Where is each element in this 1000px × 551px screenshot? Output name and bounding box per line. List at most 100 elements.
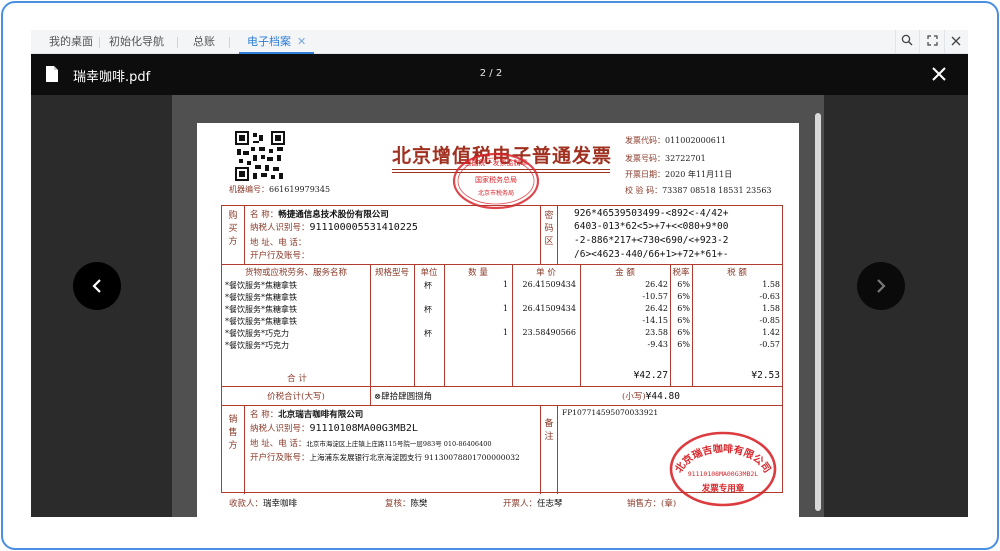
- item-rate: 6%: [677, 316, 690, 325]
- header-tax: 税 额: [727, 268, 747, 278]
- next-page-button[interactable]: [857, 262, 905, 310]
- remark-value: FP107714595070033921: [562, 408, 659, 417]
- search-icon[interactable]: [895, 30, 919, 54]
- total-amount: ¥42.27: [633, 370, 668, 381]
- cipher-line: /6><4623-440/66+1>+72+*61+-: [574, 249, 729, 260]
- close-icon[interactable]: [944, 30, 968, 54]
- invoice-page: 机器编号：661619979345 北京增值税电子普通发票 全国统一发票监制章 …: [197, 123, 799, 517]
- scrollbar[interactable]: [815, 113, 821, 511]
- check-code-label: 校 验 码：: [625, 186, 663, 195]
- header-goods: 货物或应税劳务、服务名称: [244, 268, 347, 278]
- chevron-left-icon: [92, 279, 101, 293]
- prev-page-button[interactable]: [73, 262, 121, 310]
- machine-number-value: 661619979345: [269, 185, 331, 194]
- item-amount: -14.15: [642, 316, 668, 325]
- tab-divider: [229, 37, 230, 48]
- item-qty: 1: [502, 304, 508, 313]
- seller-bank-value: 上海浦东发展银行北京海淀园支行 91130078801700000032: [309, 453, 520, 462]
- header-rate: 税率: [672, 268, 690, 278]
- tab-divider: [99, 37, 100, 48]
- item-tax: -0.57: [759, 340, 780, 349]
- invoice-check-code: 校 验 码：73387 08518 18531 23563: [625, 185, 772, 196]
- buyer-tax-label: 纳税人识别号：: [250, 223, 310, 233]
- seller-invoice-stamp: 北京瑞吉咖啡有限公司 91110108MA00G3MB2L 发票专用章: [669, 431, 777, 507]
- buyer-name-label: 名 称：: [250, 210, 279, 220]
- total-tax: ¥2.53: [751, 370, 780, 381]
- item-tax: 1.42: [762, 328, 780, 337]
- tab-init-nav[interactable]: 初始化导航: [101, 30, 172, 54]
- qr-code: [235, 131, 285, 181]
- payee: 收款人：瑞幸咖啡: [229, 497, 297, 509]
- buyer-bank-label: 开户行及账号：: [250, 251, 310, 261]
- grand-small-value: ¥44.80: [645, 391, 680, 402]
- viewer-header: 瑞幸咖啡.pdf 2 / 2: [31, 54, 968, 95]
- item-name: *餐饮服务*焦糖拿铁: [225, 281, 297, 290]
- tab-general-ledger[interactable]: 总账: [185, 30, 223, 54]
- grand-total-upper: ⊗肆拾肆圆捌角: [374, 392, 433, 402]
- rule: [244, 405, 245, 494]
- header-qty: 数 量: [468, 268, 488, 278]
- invoice-number: 发票号码：32722701: [625, 153, 706, 164]
- item-rate: 6%: [677, 292, 690, 301]
- invoice-code-label: 发票代码：: [625, 136, 665, 145]
- rule: [222, 386, 782, 387]
- total-label: 合 计: [287, 374, 307, 384]
- drawer-value: 任志琴: [537, 499, 563, 509]
- fullscreen-icon[interactable]: [920, 30, 944, 54]
- seller-bank: 开户行及账号：上海浦东发展银行北京海淀园支行 91130078801700000…: [250, 451, 520, 463]
- page-indicator: 2 / 2: [479, 68, 503, 79]
- item-amount: 26.42: [645, 280, 668, 289]
- item-price: 26.41509434: [522, 280, 576, 289]
- reviewer: 复核：陈樊: [385, 497, 428, 509]
- item-amount: -10.57: [642, 292, 668, 301]
- reviewer-value: 陈樊: [410, 499, 428, 509]
- item-amount: -9.43: [647, 340, 668, 349]
- tab-e-archive[interactable]: 电子档案 ✕: [239, 30, 315, 54]
- item-unit: 杯: [424, 305, 432, 314]
- item-rate: 6%: [677, 340, 690, 349]
- invoice-date: 开票日期：2020 年11月11日: [625, 169, 732, 180]
- tab-e-archive-label: 电子档案: [247, 35, 291, 48]
- item-unit: 杯: [424, 329, 432, 338]
- invoice-date-label: 开票日期：: [625, 170, 665, 179]
- tab-my-desktop[interactable]: 我的桌面: [41, 30, 101, 54]
- stamp-text-bottom: 北京市税务局: [478, 189, 514, 197]
- invoice-code-value: 011002000611: [665, 136, 727, 145]
- item-name: *餐饮服务*焦糖拿铁: [225, 305, 297, 314]
- buyer-section-label: 购买方: [228, 211, 238, 247]
- invoice-number-value: 32722701: [665, 154, 706, 163]
- drawer: 开票人：任志琴: [503, 497, 563, 509]
- reviewer-label: 复核：: [385, 499, 411, 509]
- cipher-line: 926*46539503499-<892<-4/42+: [574, 208, 729, 219]
- file-icon: [46, 66, 58, 82]
- item-tax: 1.58: [762, 304, 780, 313]
- seller-tax-id: 纳税人识别号：91110108MA00G3MB2L: [250, 422, 418, 434]
- seller-stamp-bottom: 发票专用章: [701, 483, 745, 494]
- item-rate: 6%: [677, 280, 690, 289]
- stamp-text-top: 全国统一发票监制章: [465, 158, 528, 167]
- item-amount: 26.42: [645, 304, 668, 313]
- rule: [244, 206, 245, 264]
- item-amount: 23.58: [645, 328, 668, 337]
- seller-stamp-id: 91110108MA00G3MB2L: [688, 470, 759, 478]
- header-price: 单 价: [536, 268, 556, 278]
- item-tax: 1.58: [762, 280, 780, 289]
- item-name: *餐饮服务*巧克力: [225, 329, 289, 338]
- tab-close-icon[interactable]: ✕: [297, 35, 306, 48]
- machine-number: 机器编号：661619979345: [229, 184, 330, 195]
- item-rate: 6%: [677, 304, 690, 313]
- item-name: *餐饮服务*焦糖拿铁: [225, 317, 297, 326]
- item-tax: -0.63: [759, 292, 780, 301]
- rule: [557, 405, 558, 494]
- rule: [370, 386, 371, 405]
- viewer-body: 机器编号：661619979345 北京增值税电子普通发票 全国统一发票监制章 …: [31, 95, 968, 517]
- payee-value: 瑞幸咖啡: [263, 499, 298, 509]
- buyer-tax-value: 911100005531410225: [309, 222, 418, 233]
- seller-name-label: 名 称：: [250, 410, 279, 420]
- seller-name: 名 称：北京瑞吉咖啡有限公司: [250, 408, 363, 420]
- viewer-close-icon[interactable]: [928, 63, 950, 85]
- buyer-name: 名 称：畅捷通信息技术股份有限公司: [250, 208, 389, 220]
- seller-address-label: 地 址、电 话：: [250, 439, 307, 449]
- tab-divider: [177, 37, 178, 48]
- rule: [370, 264, 371, 386]
